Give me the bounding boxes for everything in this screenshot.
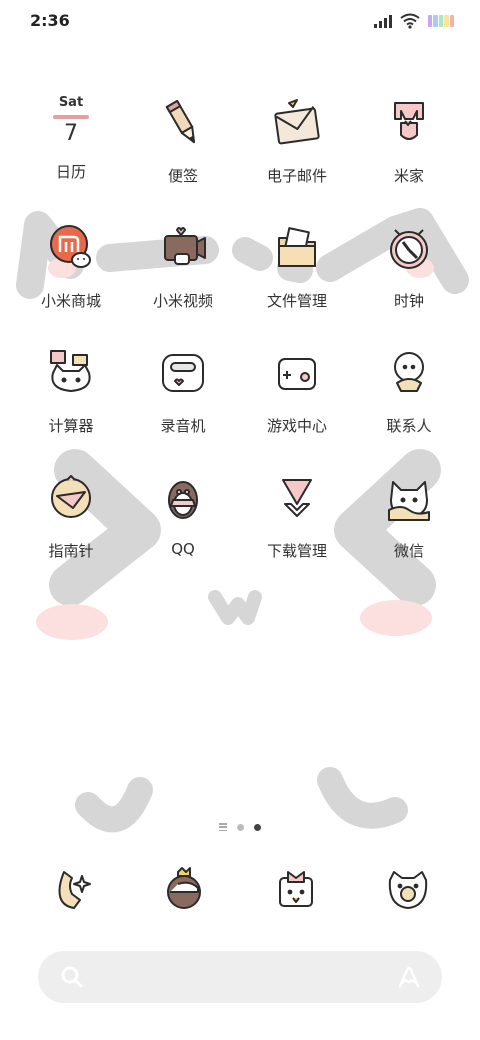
app-mijia[interactable]: 米家 bbox=[354, 95, 464, 186]
app-contacts[interactable]: 联系人 bbox=[354, 345, 464, 436]
page-menu-icon[interactable] bbox=[219, 823, 227, 831]
search-icon[interactable] bbox=[60, 965, 84, 989]
app-files[interactable]: 文件管理 bbox=[242, 220, 352, 311]
app-label: 时钟 bbox=[393, 292, 424, 310]
app-label: 便签 bbox=[167, 167, 198, 185]
mi-store-icon bbox=[50, 225, 91, 268]
pencil-icon bbox=[165, 99, 195, 144]
search-bar[interactable] bbox=[38, 951, 442, 1003]
video-icon bbox=[164, 227, 206, 265]
compass-icon bbox=[51, 475, 91, 518]
clock-icon bbox=[390, 229, 428, 269]
app-qq[interactable]: QQ bbox=[128, 470, 238, 558]
app-notes[interactable]: 便签 bbox=[128, 95, 238, 186]
qq-penguin-icon bbox=[168, 481, 198, 519]
app-downloads[interactable]: 下载管理 bbox=[242, 470, 352, 561]
app-label: 小米商城 bbox=[40, 292, 101, 310]
assistant-icon[interactable] bbox=[396, 964, 422, 990]
app-video[interactable]: 小米视频 bbox=[128, 220, 238, 311]
app-label: 下载管理 bbox=[266, 542, 327, 560]
calendar-icon: Sat 7 bbox=[43, 95, 99, 151]
app-email[interactable]: 电子邮件 bbox=[242, 95, 352, 186]
signal-icon bbox=[374, 14, 392, 28]
dock-phone-icon[interactable] bbox=[44, 862, 100, 918]
folder-icon bbox=[278, 227, 316, 267]
mijia-icon bbox=[394, 102, 424, 140]
envelope-icon bbox=[274, 99, 320, 145]
status-bar: 2:36 bbox=[0, 0, 480, 40]
app-label: 指南针 bbox=[48, 542, 94, 560]
app-wechat[interactable]: 微信 bbox=[354, 470, 464, 561]
app-calculator[interactable]: 计算器 bbox=[16, 345, 126, 436]
recorder-icon bbox=[162, 354, 204, 392]
app-clock[interactable]: 时钟 bbox=[354, 220, 464, 311]
app-label: 微信 bbox=[393, 542, 424, 560]
calendar-day: 7 bbox=[64, 121, 78, 146]
app-label: 游戏中心 bbox=[266, 417, 327, 435]
calendar-weekday: Sat bbox=[58, 95, 84, 110]
wifi-icon bbox=[400, 13, 420, 29]
page-dot[interactable] bbox=[237, 823, 244, 831]
app-recorder[interactable]: 录音机 bbox=[128, 345, 238, 436]
app-label: 录音机 bbox=[160, 417, 206, 435]
app-label: 联系人 bbox=[386, 417, 432, 435]
app-calendar[interactable]: Sat 7 日历 bbox=[16, 95, 126, 182]
app-label: 计算器 bbox=[48, 417, 94, 435]
battery-icon bbox=[428, 15, 455, 27]
calculator-icon bbox=[50, 350, 91, 392]
wechat-cat-icon bbox=[388, 481, 430, 521]
app-mi-store[interactable]: 小米商城 bbox=[16, 220, 126, 311]
app-label: 小米视频 bbox=[152, 292, 213, 310]
dock-camera-icon[interactable] bbox=[380, 862, 436, 918]
app-compass[interactable]: 指南针 bbox=[16, 470, 126, 561]
app-label: 日历 bbox=[55, 163, 86, 181]
app-label: QQ bbox=[171, 540, 195, 558]
download-icon bbox=[282, 479, 312, 517]
app-game-center[interactable]: 游戏中心 bbox=[242, 345, 352, 436]
status-time: 2:36 bbox=[30, 11, 70, 30]
gamepad-icon bbox=[278, 358, 316, 390]
search-input[interactable] bbox=[94, 961, 378, 995]
app-label: 电子邮件 bbox=[266, 167, 327, 185]
page-indicator[interactable] bbox=[0, 823, 480, 831]
page-dot-active[interactable] bbox=[254, 823, 261, 831]
status-icons bbox=[374, 13, 455, 29]
contacts-icon bbox=[394, 352, 424, 392]
app-label: 文件管理 bbox=[266, 292, 327, 310]
dock-browser-icon[interactable] bbox=[156, 862, 212, 918]
dock-messages-icon[interactable] bbox=[268, 862, 324, 918]
app-label: 米家 bbox=[393, 167, 424, 185]
